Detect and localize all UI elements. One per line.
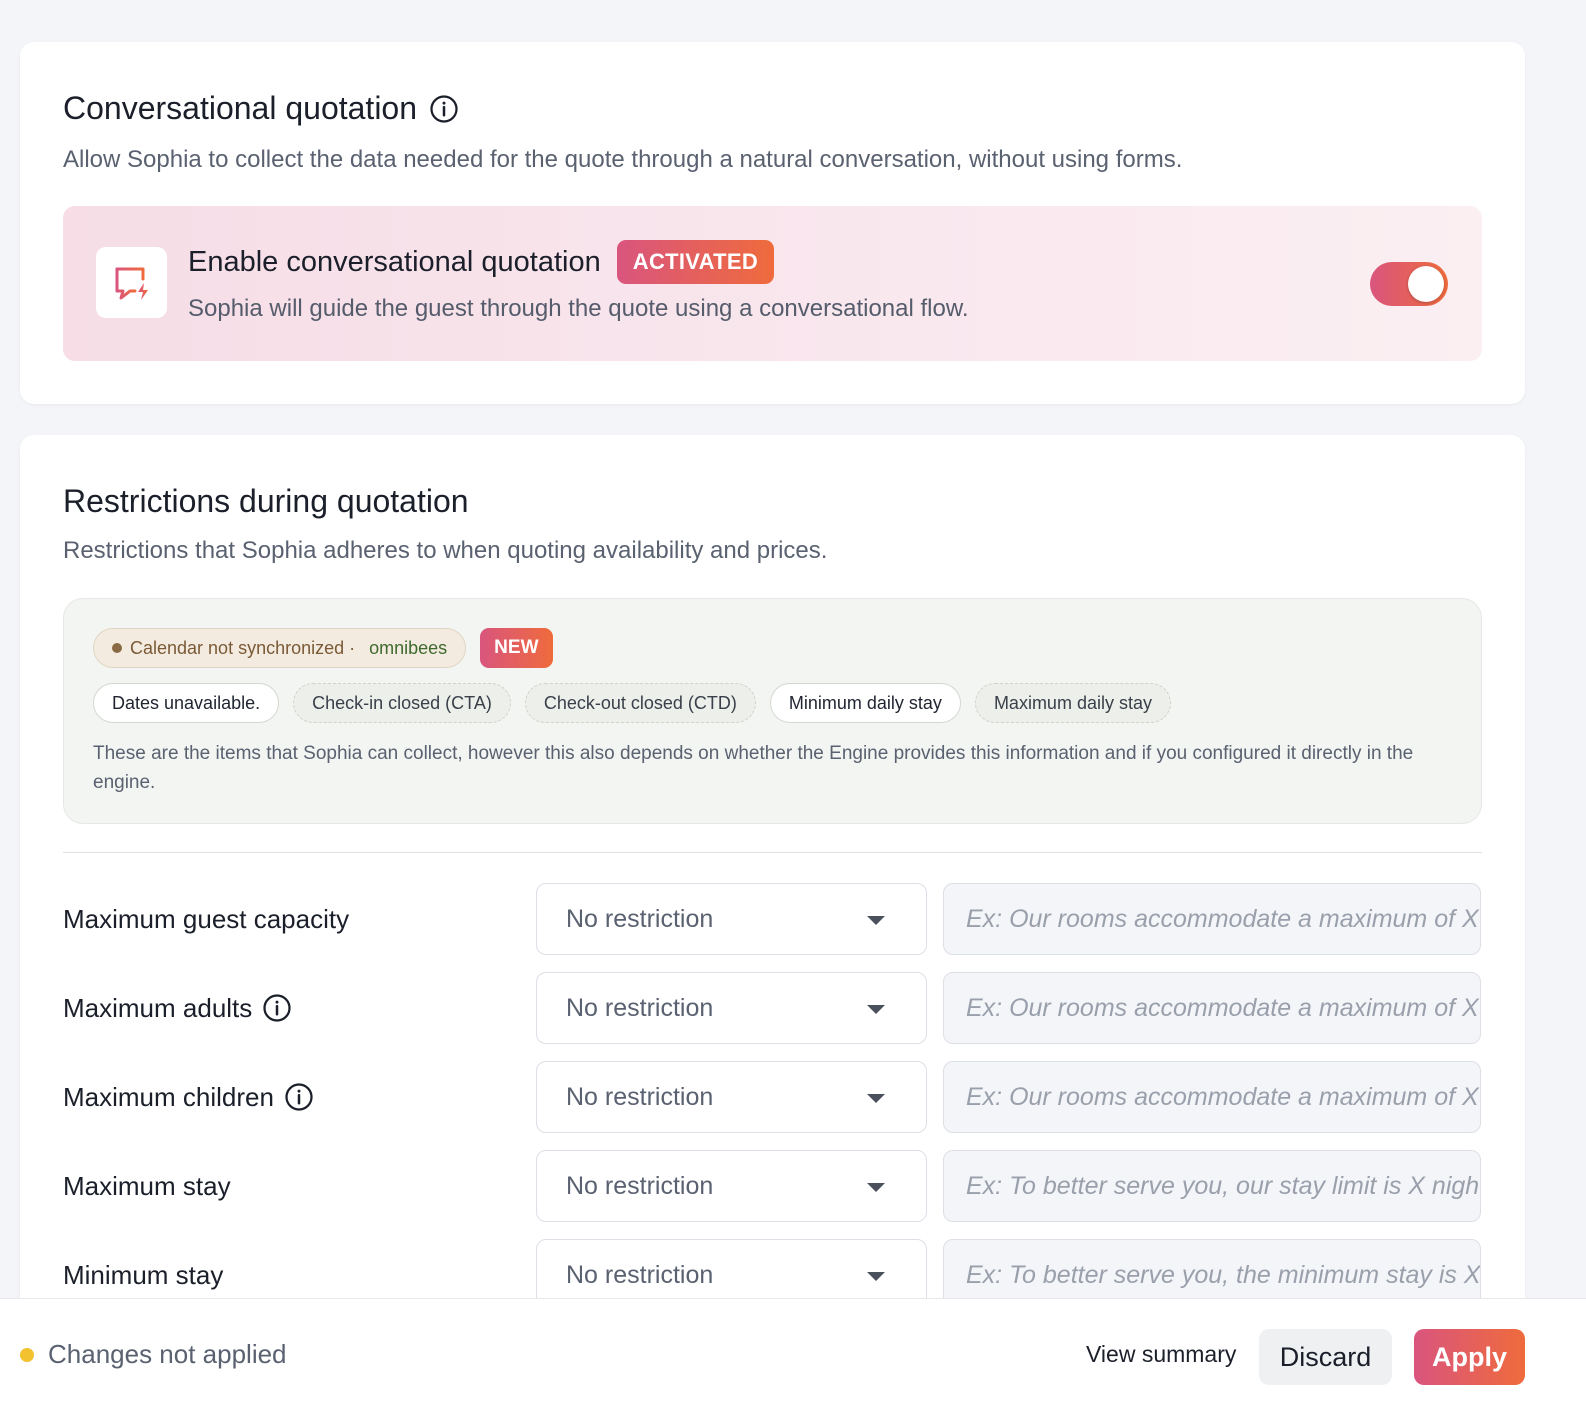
restriction-items-row: Dates unavailable. Check-in closed (CTA)… [93, 683, 1171, 723]
enable-title: Enable conversational quotation [188, 245, 601, 278]
label-text: Maximum adults [63, 992, 253, 1023]
view-summary-button[interactable]: View summary [1086, 1341, 1236, 1368]
conversational-subtitle: Allow Sophia to collect the data needed … [63, 146, 1183, 173]
caret-down-icon [867, 1094, 885, 1103]
restriction-row-max-adults: Maximum adults No restriction Ex: Our ro… [20, 972, 1525, 1044]
restriction-row-max-guest: Maximum guest capacity No restriction Ex… [20, 883, 1525, 955]
enable-toggle[interactable] [1370, 262, 1448, 306]
conversational-quotation-card: Conversational quotation Allow Sophia to… [20, 42, 1525, 404]
caret-down-icon [867, 916, 885, 925]
restriction-row-max-children: Maximum children No restriction Ex: Our … [20, 1061, 1525, 1133]
new-badge: NEW [480, 628, 553, 668]
activated-badge: ACTIVATED [616, 240, 775, 284]
row-label: Maximum guest capacity [63, 883, 349, 955]
info-icon[interactable] [262, 993, 292, 1023]
restrictions-note: These are the items that Sophia can coll… [93, 743, 1414, 793]
divider [63, 852, 1482, 853]
enable-title-row: Enable conversational quotation ACTIVATE… [188, 240, 775, 284]
caret-down-icon [867, 1272, 885, 1281]
max-guest-message-input[interactable]: Ex: Our rooms accommodate a maximum of X… [943, 883, 1481, 955]
calendar-status-text: Calendar not synchronized · [130, 637, 356, 658]
discard-button[interactable]: Discard [1259, 1329, 1392, 1385]
caret-down-icon [867, 1183, 885, 1192]
section-title-conversational: Conversational quotation [63, 90, 459, 127]
select-value: No restriction [566, 1260, 714, 1289]
label-text: Minimum stay [63, 1259, 224, 1290]
max-adults-message-input[interactable]: Ex: Our rooms accommodate a maximum of X… [943, 972, 1481, 1044]
chip-check-out-closed: Check-out closed (CTD) [524, 683, 756, 723]
max-guest-select[interactable]: No restriction [536, 883, 927, 955]
apply-button[interactable]: Apply [1414, 1329, 1525, 1385]
calendar-status-chip: Calendar not synchronized · omnibees [93, 628, 467, 668]
chip-dates-unavailable: Dates unavailable. [93, 683, 280, 723]
restrictions-subtitle: Restrictions that Sophia adheres to when… [63, 537, 828, 564]
max-stay-select[interactable]: No restriction [536, 1150, 927, 1222]
calendar-status-dot [112, 643, 122, 653]
select-value: No restriction [566, 993, 714, 1022]
label-text: Maximum guest capacity [63, 903, 350, 934]
conversational-title: Conversational quotation [63, 90, 418, 126]
select-value: No restriction [566, 904, 714, 933]
chip-minimum-daily-stay: Minimum daily stay [769, 683, 961, 723]
restrictions-card: Restrictions during quotation Restrictio… [20, 435, 1525, 1426]
changes-status: Changes not applied [20, 1339, 287, 1370]
status-text: Changes not applied [48, 1339, 287, 1369]
calendar-status-row: Calendar not synchronized · omnibees NEW [93, 628, 553, 668]
info-icon[interactable] [284, 1082, 314, 1112]
max-children-message-input[interactable]: Ex: Our rooms accommodate a maximum of X… [943, 1061, 1481, 1133]
row-label: Maximum children [63, 1061, 314, 1133]
max-children-select[interactable]: No restriction [536, 1061, 927, 1133]
info-icon[interactable] [429, 94, 459, 124]
label-text: Maximum stay [63, 1170, 231, 1201]
chat-flash-icon [96, 247, 167, 318]
chip-maximum-daily-stay: Maximum daily stay [974, 683, 1171, 723]
restrictions-info-box: Calendar not synchronized · omnibees NEW… [63, 598, 1482, 824]
restrictions-title: Restrictions during quotation [63, 483, 469, 519]
max-stay-message-input[interactable]: Ex: To better serve you, our stay limit … [943, 1150, 1481, 1222]
provider-name: omnibees [369, 637, 448, 658]
restriction-row-max-stay: Maximum stay No restriction Ex: To bette… [20, 1150, 1525, 1222]
caret-down-icon [867, 1005, 885, 1014]
footer-action-bar: Changes not applied View summary Discard… [0, 1298, 1586, 1426]
max-adults-select[interactable]: No restriction [536, 972, 927, 1044]
row-label: Maximum stay [63, 1150, 231, 1222]
enable-description: Sophia will guide the guest through the … [188, 295, 969, 322]
status-dot [20, 1347, 34, 1362]
enable-conversational-banner: Enable conversational quotation ACTIVATE… [63, 206, 1482, 361]
select-value: No restriction [566, 1082, 714, 1111]
toggle-knob [1408, 266, 1444, 302]
row-label: Maximum adults [63, 972, 292, 1044]
select-value: No restriction [566, 1171, 714, 1200]
label-text: Maximum children [63, 1081, 274, 1112]
chip-check-in-closed: Check-in closed (CTA) [293, 683, 511, 723]
